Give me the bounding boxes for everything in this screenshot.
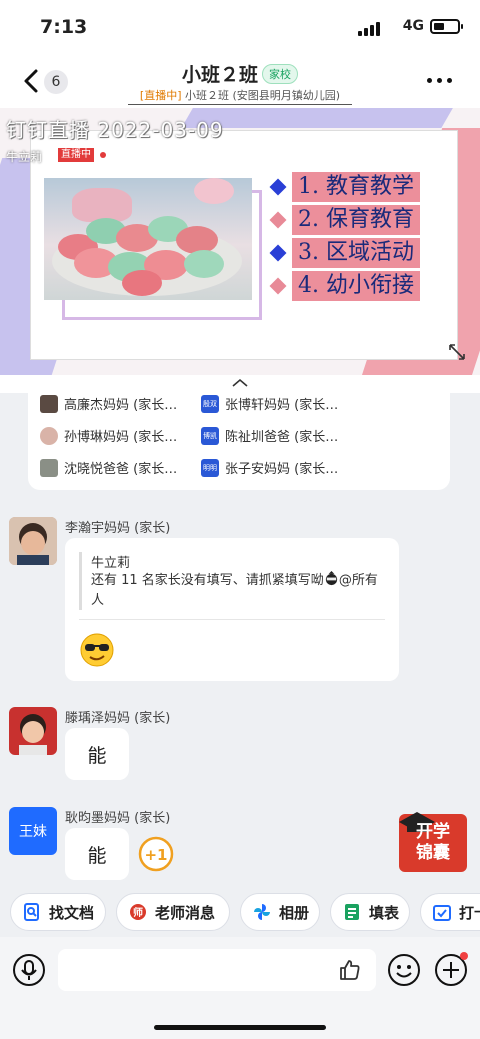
svg-text:师: 师 xyxy=(133,906,143,919)
member-name: 张博轩妈妈 (家长… xyxy=(225,398,339,413)
agenda-item: 1. 教育教学 xyxy=(269,172,420,202)
quote-body: 还有 11 名家长没有填写、请抓紧填写呦 xyxy=(91,573,324,588)
avatar: 博凯 xyxy=(201,426,219,445)
find-docs-button[interactable]: 找文档 xyxy=(10,893,106,931)
school-kit-promo[interactable]: 开学 锦囊 xyxy=(397,808,469,872)
promo-text: 开学 锦囊 xyxy=(416,822,450,863)
member-item[interactable]: 沈晓悦爸爸 (家长… xyxy=(40,458,177,477)
check-in-button[interactable]: 打卡 xyxy=(420,893,480,931)
avatar xyxy=(40,426,58,445)
ninja-emoji-icon xyxy=(325,571,337,586)
emoji-icon[interactable] xyxy=(387,953,421,987)
pinwheel-icon xyxy=(254,904,270,920)
network-type: 4G xyxy=(402,18,424,34)
status-time: 7:13 xyxy=(40,16,88,38)
divider xyxy=(79,619,385,620)
sender-name: 耿昀墨妈妈 (家长) xyxy=(65,811,171,826)
home-indicator xyxy=(154,1025,326,1030)
document-search-icon xyxy=(24,903,39,921)
diamond-bullet-icon xyxy=(269,277,287,295)
agenda-text: 3. 区域活动 xyxy=(292,238,420,268)
calendar-check-icon xyxy=(433,905,451,921)
diamond-bullet-icon xyxy=(269,178,287,196)
agenda-text: 4. 幼小衔接 xyxy=(292,271,420,301)
sender-name: 李瀚宇妈妈 (家长) xyxy=(65,521,171,536)
agenda-text: 2. 保育教育 xyxy=(292,205,420,235)
teacher-messages-button[interactable]: 师 老师消息 xyxy=(116,893,230,931)
child-photo-icon xyxy=(9,707,57,755)
avatar[interactable] xyxy=(9,517,57,565)
fill-form-button[interactable]: 填表 xyxy=(330,893,410,931)
unfilled-members-card[interactable]: 高廉杰妈妈 (家长… 殷双 张博轩妈妈 (家长… 孙博琳妈妈 (家长… 博凯 陈… xyxy=(28,390,450,490)
voice-input-icon[interactable] xyxy=(12,953,46,987)
macaron-photo xyxy=(44,178,252,300)
live-stream-heading: 钉钉直播 2022-03-09 xyxy=(6,118,224,142)
album-button[interactable]: 相册 xyxy=(240,893,320,931)
member-name: 孙博琳妈妈 (家长… xyxy=(64,430,178,445)
thumbs-up-icon[interactable] xyxy=(338,958,362,982)
member-item[interactable]: 高廉杰妈妈 (家长… xyxy=(40,394,177,413)
member-name: 张子安妈妈 (家长… xyxy=(225,462,339,477)
member-item[interactable]: 孙博琳妈妈 (家长… xyxy=(40,426,177,445)
quote-text: 还有 11 名家长没有填写、请抓紧填写呦 @所有人 xyxy=(91,571,387,611)
avatar xyxy=(40,394,58,413)
message-bubble[interactable]: 能 xyxy=(65,728,129,780)
quick-actions-bar: 找文档 师 老师消息 相册 填表 打卡 xyxy=(0,893,480,935)
member-item[interactable]: 明明 张子安妈妈 (家长… xyxy=(201,458,338,477)
avatar[interactable]: 王妹 xyxy=(9,807,57,855)
member-name: 陈祉圳爸爸 (家长… xyxy=(225,430,339,445)
notification-dot xyxy=(460,952,468,960)
diamond-bullet-icon xyxy=(269,244,287,262)
presenter-live-badge: 直播中 xyxy=(58,148,94,162)
quote-author: 牛立莉 xyxy=(91,556,131,571)
quote-message-bubble[interactable]: 牛立莉 还有 11 名家长没有填写、请抓紧填写呦 @所有人 xyxy=(65,538,399,681)
message-bubble[interactable]: 能 xyxy=(65,828,129,880)
live-flag: [直播中] xyxy=(139,89,182,102)
chat-title-text: 小班２班 xyxy=(181,64,258,86)
agenda-item: 2. 保育教育 xyxy=(269,205,420,235)
status-bar: 7:13 4G xyxy=(0,0,480,56)
diamond-bullet-icon xyxy=(269,211,287,229)
presenter-name: 牛立莉 xyxy=(6,150,43,164)
chat-header: 6 小班２班 家校 [直播中] 小班２班 (安图县明月镇幼儿园) xyxy=(0,56,480,108)
avatar[interactable] xyxy=(9,707,57,755)
teacher-icon: 师 xyxy=(130,904,146,920)
live-info-underline xyxy=(128,104,352,105)
message-input[interactable] xyxy=(58,949,376,991)
quote-bar xyxy=(79,552,82,610)
member-name: 沈晓悦爸爸 (家长… xyxy=(64,462,178,477)
chat-title[interactable]: 小班２班 家校 xyxy=(0,60,480,87)
signal-icon xyxy=(358,22,380,36)
agenda-item: 3. 区域活动 xyxy=(269,238,420,268)
form-icon xyxy=(345,904,359,920)
sunglasses-emoji-icon xyxy=(80,633,114,667)
live-status-link[interactable]: [直播中] 小班２班 (安图县明月镇幼儿园) xyxy=(0,87,480,105)
avatar: 殷双 xyxy=(201,394,219,413)
member-name: 高廉杰妈妈 (家长… xyxy=(64,398,178,413)
battery-icon xyxy=(430,19,463,34)
avatar xyxy=(40,458,58,477)
plus-one-icon[interactable]: +1 xyxy=(138,836,174,872)
avatar: 明明 xyxy=(201,458,219,477)
chevron-up-icon[interactable] xyxy=(231,378,249,388)
more-options-icon[interactable] xyxy=(427,78,452,83)
sender-name: 滕瑀泽妈妈 (家长) xyxy=(65,711,171,726)
agenda-text: 1. 教育教学 xyxy=(292,172,420,202)
live-info: 小班２班 (安图县明月镇幼儿园) xyxy=(181,89,341,102)
live-dot xyxy=(100,152,106,158)
home-school-tag: 家校 xyxy=(262,63,298,84)
member-item[interactable]: 殷双 张博轩妈妈 (家长… xyxy=(201,394,338,413)
agenda-item: 4. 幼小衔接 xyxy=(269,271,420,301)
fullscreen-icon[interactable] xyxy=(448,343,466,361)
message-input-bar xyxy=(0,937,480,1039)
live-stream-player[interactable]: 钉钉直播 2022-03-09 牛立莉 直播中 1. 教育教学 2. 保育教育 … xyxy=(0,108,480,375)
child-photo-icon xyxy=(9,517,57,565)
member-item[interactable]: 博凯 陈祉圳爸爸 (家长… xyxy=(201,426,338,445)
svg-text:+1: +1 xyxy=(144,846,167,864)
